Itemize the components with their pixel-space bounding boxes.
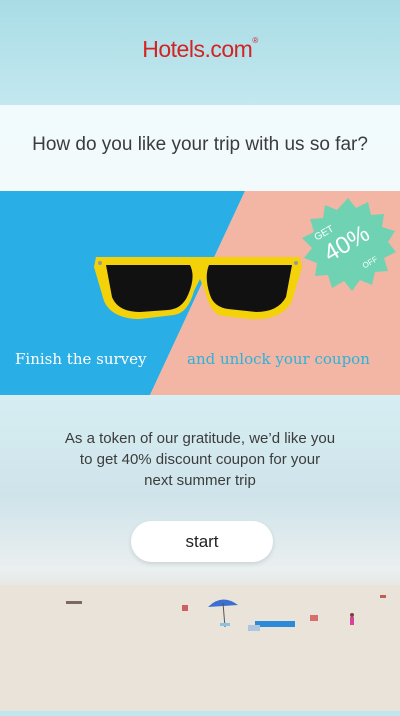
beach-illustration <box>0 585 400 711</box>
finish-survey-caption: Finish the survey <box>15 350 147 368</box>
brand-logo: Hotels.com® <box>0 36 400 63</box>
gratitude-message: As a token of our gratitude, we’d like y… <box>30 428 370 491</box>
unlock-coupon-caption: and unlock your coupon <box>187 350 370 368</box>
brand-name: Hotels.com <box>142 36 253 62</box>
survey-question: How do you like your trip with us so far… <box>32 134 368 155</box>
gratitude-line-1: As a token of our gratitude, we’d like y… <box>64 430 336 447</box>
discount-badge: GET 40% OFF <box>300 198 396 294</box>
gratitude-line-3: next summer trip <box>144 472 256 489</box>
trademark-mark: ® <box>252 36 258 45</box>
beach-scene <box>0 585 400 711</box>
start-button[interactable]: start <box>131 521 273 562</box>
gratitude-line-2: to get 40% discount coupon for your <box>79 451 321 468</box>
